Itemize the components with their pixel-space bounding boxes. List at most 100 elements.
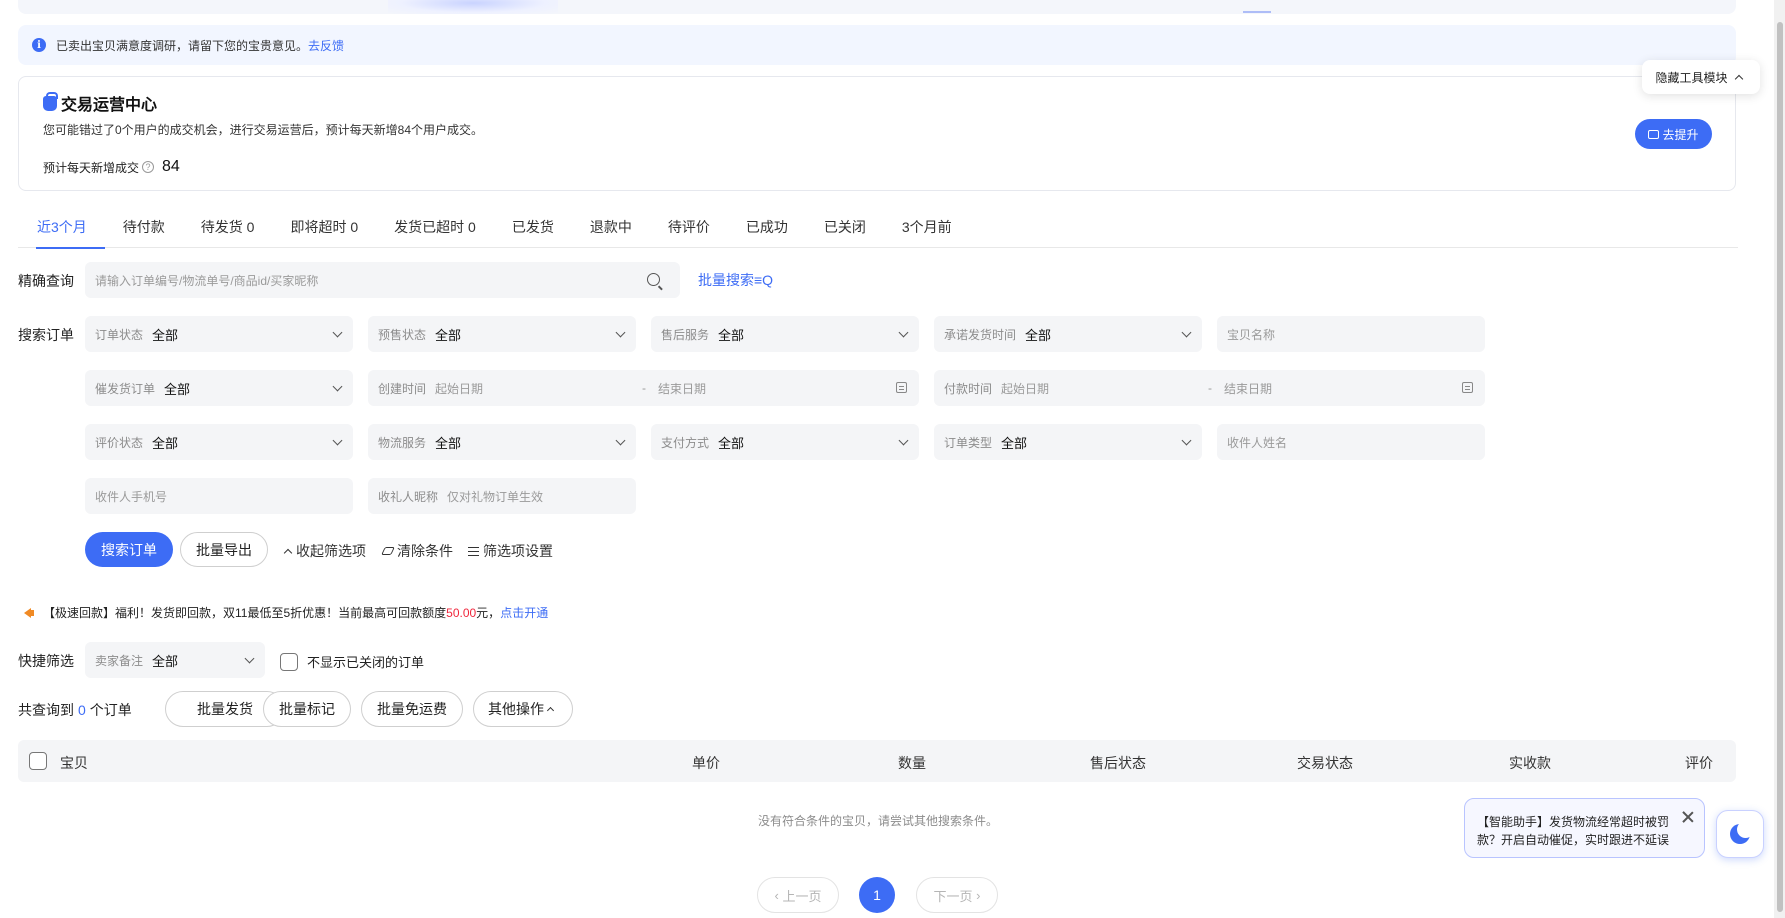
after-sale-label: 售后服务 [661, 327, 710, 342]
seller-note-select[interactable]: 卖家备注 全部 [85, 642, 265, 678]
order-status-label: 订单状态 [95, 327, 144, 342]
close-icon[interactable] [1682, 811, 1694, 823]
prev-page-button[interactable]: ‹ 上一页 [757, 877, 839, 913]
batch-export-button[interactable]: 批量导出 [180, 532, 268, 567]
pay-time-start[interactable]: 起始日期 [1001, 380, 1049, 397]
column-unit-price: 单价 [692, 755, 720, 771]
precise-search-input[interactable]: 请输入订单编号/物流单号/商品id/买家昵称 [85, 262, 680, 298]
help-icon[interactable]: ? [142, 161, 155, 173]
tab-pending-shipment[interactable]: 待发货 0 [183, 212, 273, 248]
chevron-down-icon [244, 653, 255, 664]
column-review: 评价 [1685, 755, 1713, 771]
after-sale-value: 全部 [718, 327, 745, 343]
tab-about-to-timeout[interactable]: 即将超时 0 [272, 212, 376, 248]
promise-ship-time-select[interactable]: 承诺发货时间 全部 [934, 316, 1202, 352]
hide-tools-button[interactable]: 隐藏工具模块 [1642, 60, 1760, 94]
receiver-name-input[interactable]: 收件人姓名 [1217, 424, 1485, 460]
clear-conditions-button[interactable]: 清除条件 [381, 541, 453, 561]
other-actions-button[interactable]: 其他操作 [473, 691, 573, 727]
smart-assistant-button[interactable] [1716, 810, 1764, 858]
page-1-button[interactable]: 1 [859, 877, 895, 913]
order-type-select[interactable]: 订单类型 全部 [934, 424, 1202, 460]
upgrade-label: 去提升 [1662, 127, 1699, 142]
batch-search-label: 批量搜索 [698, 272, 754, 288]
order-tabs: 近3个月 待付款 待发货 0 即将超时 0 发货已超时 0 已发货 退款中 待评… [18, 212, 1738, 249]
metric-label: 预计每天新增成交 [43, 160, 140, 175]
chevron-down-icon [615, 435, 626, 446]
trade-center-card: 交易运营中心 您可能错过了0个用户的成交机会，进行交易运营后，预计每天新增84个… [18, 76, 1736, 191]
tab-pending-review[interactable]: 待评价 [650, 212, 728, 248]
batch-search-suffix-icon: ≡Q [754, 272, 774, 288]
banner-decoration [388, 0, 558, 14]
tab-shipment-overdue[interactable]: 发货已超时 0 [376, 212, 494, 248]
pay-time-label: 付款时间 [944, 381, 993, 396]
hide-closed-orders-option[interactable]: 不显示已关闭的订单 [280, 652, 424, 671]
gift-nick-label: 收礼人昵称 [378, 489, 439, 504]
tab-refunding[interactable]: 退款中 [572, 212, 650, 248]
review-status-select[interactable]: 评价状态 全部 [85, 424, 353, 460]
banner-indicator [1243, 11, 1271, 13]
pay-time-end[interactable]: 结束日期 [1224, 380, 1272, 397]
create-time-end[interactable]: 结束日期 [658, 380, 706, 397]
create-time-start[interactable]: 起始日期 [435, 380, 483, 397]
search-order-button[interactable]: 搜索订单 [85, 532, 173, 567]
pay-time-range[interactable]: 付款时间 起始日期 - 结束日期 [934, 370, 1485, 406]
precise-search-placeholder: 请输入订单编号/物流单号/商品id/买家昵称 [95, 273, 319, 288]
search-icon[interactable] [647, 273, 660, 286]
tab-older-than-3-months[interactable]: 3个月前 [884, 212, 970, 248]
tab-shipped[interactable]: 已发货 [494, 212, 572, 248]
column-received-amount: 实收款 [1509, 755, 1551, 771]
column-item: 宝贝 [60, 755, 88, 771]
batch-search-link[interactable]: 批量搜索≡Q [698, 270, 773, 290]
select-all-checkbox[interactable] [29, 752, 47, 770]
seller-note-label: 卖家备注 [95, 653, 144, 668]
promo-amount: 50.00 [446, 605, 477, 620]
presale-status-value: 全部 [435, 327, 462, 343]
receiver-phone-input[interactable]: 收件人手机号 [85, 478, 353, 514]
batch-free-shipping-button[interactable]: 批量免运费 [361, 691, 463, 727]
chevron-down-icon [1181, 327, 1192, 338]
create-time-range[interactable]: 创建时间 起始日期 - 结束日期 [368, 370, 919, 406]
prev-page-label: 上一页 [782, 888, 822, 904]
collapse-filters-button[interactable]: 收起筛选项 [283, 541, 366, 561]
result-suffix: 个订单 [89, 702, 132, 718]
calendar-icon [1462, 382, 1473, 393]
result-count-number: 0 [78, 702, 86, 718]
receiver-name-placeholder: 收件人姓名 [1227, 435, 1288, 450]
info-icon: i [32, 38, 46, 52]
next-page-button[interactable]: 下一页 › [916, 877, 998, 913]
upgrade-button[interactable]: 去提升 [1635, 119, 1712, 149]
gift-receiver-nick-input[interactable]: 收礼人昵称 仅对礼物订单生效 [368, 478, 636, 514]
hide-closed-checkbox[interactable] [280, 652, 298, 671]
presale-status-label: 预售状态 [378, 327, 427, 342]
pay-method-select[interactable]: 支付方式 全部 [651, 424, 919, 460]
presale-status-select[interactable]: 预售状态 全部 [368, 316, 636, 352]
chevron-down-icon [898, 327, 909, 338]
assistant-tip-text: 【智能助手】发货物流经常超时被罚款？开启自动催促，实时跟进不延误 [1477, 815, 1670, 847]
chart-icon [1648, 129, 1660, 139]
promo-activate-link[interactable]: 点击开通 [500, 604, 548, 621]
after-sale-select[interactable]: 售后服务 全部 [651, 316, 919, 352]
order-table-header: 宝贝 单价 数量 售后状态 交易状态 实收款 评价 [18, 740, 1736, 782]
filter-settings-button[interactable]: 筛选项设置 [468, 541, 553, 561]
tab-closed[interactable]: 已关闭 [806, 212, 884, 248]
chevron-down-icon [615, 327, 626, 338]
chevron-down-icon [332, 327, 343, 338]
chevron-up-icon [546, 706, 555, 715]
eraser-icon [381, 547, 395, 555]
feedback-link[interactable]: 去反馈 [308, 37, 344, 54]
tab-succeeded[interactable]: 已成功 [728, 212, 806, 248]
item-name-input[interactable]: 宝贝名称 [1217, 316, 1485, 352]
order-status-select[interactable]: 订单状态 全部 [85, 316, 353, 352]
trade-center-desc: 您可能错过了0个用户的成交机会，进行交易运营后，预计每天新增84个用户成交。 [43, 123, 484, 137]
seller-note-value: 全部 [152, 653, 179, 669]
batch-mark-button[interactable]: 批量标记 [263, 691, 351, 727]
collapse-filters-label: 收起筛选项 [296, 543, 366, 559]
logistics-select[interactable]: 物流服务 全部 [368, 424, 636, 460]
scrollbar-thumb[interactable] [1777, 22, 1783, 912]
chevron-down-icon [332, 435, 343, 446]
tab-last-3-months[interactable]: 近3个月 [18, 212, 105, 249]
tab-pending-payment[interactable]: 待付款 [105, 212, 183, 248]
urge-ship-select[interactable]: 催发货订单 全部 [85, 370, 353, 406]
item-name-placeholder: 宝贝名称 [1227, 327, 1276, 342]
